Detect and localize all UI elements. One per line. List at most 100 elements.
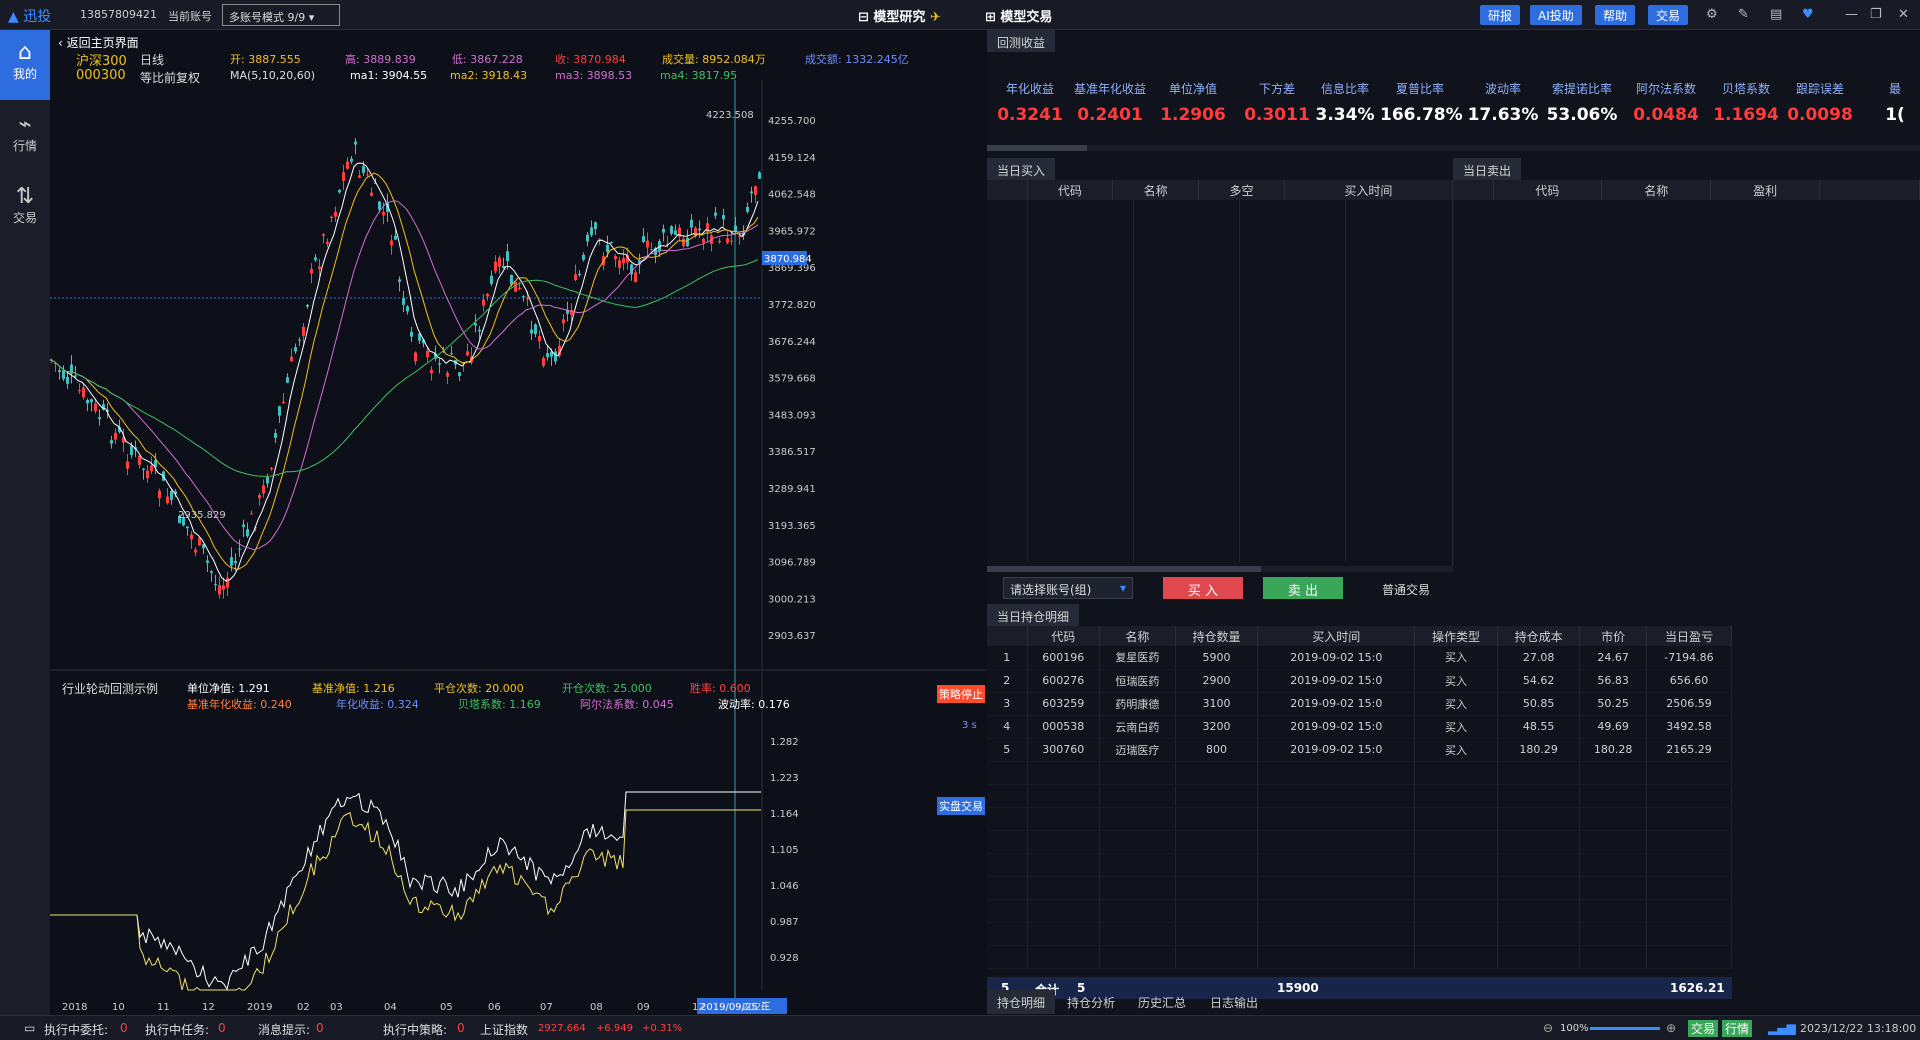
table-row[interactable] [987, 899, 1733, 923]
candle-body [142, 468, 145, 470]
trade-status-badge[interactable]: 交易 [1688, 1020, 1719, 1037]
table-cell: 2019-09-02 15:0 [1257, 715, 1416, 739]
y-tick-label: 3579.668 [768, 374, 816, 385]
zoom-slider[interactable] [1590, 1027, 1660, 1030]
layout-icon[interactable]: ▤ [1770, 7, 1782, 22]
metric-0: 年化收益 0.3241 [990, 80, 1070, 125]
quote-status-badge[interactable]: 行情 [1722, 1020, 1753, 1037]
help-button[interactable]: 帮助 [1595, 5, 1636, 25]
candle-body [350, 158, 353, 162]
table-row[interactable]: 2 600276 恒瑞医药 2900 2019-09-02 15:0 买入 54.62 56.… [987, 669, 1733, 693]
sell-col-profit[interactable]: 盈利 [1710, 180, 1820, 200]
sidebar-item-quote[interactable]: ⌁ 行情 [0, 102, 50, 172]
scrollbar-thumb[interactable] [987, 145, 1087, 151]
table-row[interactable] [987, 807, 1733, 831]
table-row[interactable] [987, 853, 1733, 877]
zoom-in-icon[interactable]: ⊕ [1666, 1021, 1676, 1035]
sell-col-name[interactable]: 名称 [1601, 180, 1712, 200]
metric-label: 基准年化收益 [1073, 82, 1146, 96]
table-row[interactable] [987, 784, 1733, 808]
hold-col-5[interactable]: 持仓成本 [1497, 626, 1581, 646]
table-row[interactable]: 4 000538 云南白药 3200 2019-09-02 15:0 买入 48.55 49.… [987, 715, 1733, 739]
buy-col-name[interactable]: 名称 [1112, 180, 1200, 200]
restore-icon[interactable]: ❐ [1870, 7, 1882, 22]
close-icon[interactable]: ✕ [1898, 7, 1909, 22]
metric-7: 索提诺比率 53.06% [1542, 80, 1622, 125]
tab-holding-detail[interactable]: 持仓明细 [987, 990, 1056, 1014]
buy-col-direction[interactable]: 多空 [1198, 180, 1285, 200]
sidebar-item-trade[interactable]: ⇅ 交易 [0, 174, 50, 244]
kline-chart[interactable]: 4255.7004159.1244062.5483965.9723869.396… [50, 30, 987, 1015]
monitor-icon[interactable]: ▭ [24, 1021, 35, 1035]
sell-col-code[interactable]: 代码 [1493, 180, 1603, 200]
tab-holdings[interactable]: 当日持仓明细 [987, 604, 1080, 626]
table-cell: 买入 [1414, 738, 1498, 762]
skin-icon[interactable]: ♥ [1802, 7, 1814, 22]
metric-value: 0.2401 [1077, 105, 1143, 125]
strategy-stop-tag[interactable]: 策略停止 [937, 685, 985, 703]
hold-col-0[interactable]: 代码 [1027, 626, 1100, 646]
candle-body [242, 524, 245, 528]
minimize-icon[interactable]: — [1845, 7, 1858, 22]
ai-advisor-button[interactable]: AI投助 [1530, 5, 1582, 25]
buy-button[interactable]: 买 入 [1163, 577, 1243, 599]
table-row[interactable]: 1 600196 复星医药 5900 2019-09-02 15:0 买入 27.08 24.… [987, 646, 1733, 670]
tab-holding-analysis[interactable]: 持仓分析 [1057, 990, 1125, 1014]
research-report-button[interactable]: 研报 [1480, 5, 1521, 25]
sidebar-item-mine[interactable]: ⌂ 我的 [0, 30, 50, 100]
table-cell [1579, 922, 1647, 946]
table-row[interactable] [987, 876, 1733, 900]
strategy-y-tick: 0.987 [770, 917, 799, 928]
table-cell: 1 [987, 646, 1028, 670]
hold-col-6[interactable]: 市价 [1579, 626, 1647, 646]
x-tick-label: 09 [637, 1002, 650, 1013]
normal-trade-label[interactable]: 普通交易 [1382, 581, 1430, 598]
table-row[interactable] [987, 830, 1733, 854]
scrollbar[interactable] [987, 145, 1920, 151]
hold-col-7[interactable]: 当日盈亏 [1646, 626, 1733, 646]
tab-backtest[interactable]: 回测收益 [987, 30, 1056, 52]
candle-body [406, 306, 409, 312]
hold-col-3[interactable]: 买入时间 [1257, 626, 1416, 646]
x-tick-label: 2018 [62, 1002, 87, 1013]
y-tick-label: 3386.517 [768, 447, 816, 458]
edit-icon[interactable]: ✎ [1738, 7, 1749, 22]
table-cell: 49.69 [1579, 715, 1647, 739]
account-group-select[interactable]: 请选择账号(组) ▾ [1003, 577, 1133, 599]
signal-icon: ▂▄▆ [1768, 1021, 1796, 1035]
tab-history-summary[interactable]: 历史汇总 [1128, 990, 1196, 1014]
table-row[interactable]: 5 300760 迈瑞医疗 800 2019-09-02 15:0 买入 180.29 180… [987, 738, 1733, 762]
tab-today-sell[interactable]: 当日卖出 [1453, 158, 1522, 180]
y-tick-label: 4159.124 [768, 153, 816, 164]
model-trade-tab[interactable]: ⊞ 模型交易 [985, 6, 1052, 25]
sell-button[interactable]: 卖 出 [1263, 577, 1343, 599]
buy-col-time[interactable]: 买入时间 [1284, 180, 1454, 200]
table-cell [1646, 876, 1733, 900]
y-tick-label: 3483.093 [768, 410, 816, 421]
model-research-tab[interactable]: ⊟ 模型研究 ✈ [858, 6, 941, 25]
table-row[interactable] [987, 761, 1733, 785]
index-name: 沪深300 [76, 54, 127, 69]
account-mode-select[interactable]: 多账号模式 9/9 ▾ [222, 4, 340, 26]
app-logo[interactable]: ▲ 迅投 [8, 6, 51, 26]
order-bar: 请选择账号(组) ▾ 买 入 卖 出 普通交易 [987, 572, 1920, 604]
status-bar: ▭ 执行中委托: 0 执行中任务: 0 消息提示: 0 执行中策略: 0 上证指… [0, 1015, 1920, 1040]
table-cell [987, 876, 1028, 900]
tab-log-output[interactable]: 日志输出 [1200, 990, 1268, 1014]
tab-today-buy[interactable]: 当日买入 [987, 158, 1056, 180]
metric-value: 0.0098 [1787, 105, 1853, 125]
hold-col-2[interactable]: 持仓数量 [1175, 626, 1259, 646]
live-trade-tag[interactable]: 实盘交易 [937, 797, 985, 815]
gear-icon[interactable]: ⚙ [1706, 7, 1718, 22]
hold-col-4[interactable]: 操作类型 [1414, 626, 1498, 646]
table-cell: 3100 [1175, 692, 1259, 716]
hold-col-1[interactable]: 名称 [1099, 626, 1176, 646]
candle-body [690, 219, 693, 228]
trade-button[interactable]: 交易 [1648, 5, 1689, 25]
table-row[interactable] [987, 945, 1733, 969]
buy-col-code[interactable]: 代码 [1027, 180, 1114, 200]
back-link[interactable]: ‹ 返回主页界面 [58, 34, 139, 51]
table-row[interactable] [987, 922, 1733, 946]
zoom-out-icon[interactable]: ⊖ [1543, 1021, 1553, 1035]
table-row[interactable]: 3 603259 药明康德 3100 2019-09-02 15:0 买入 50.85 50.… [987, 692, 1733, 716]
